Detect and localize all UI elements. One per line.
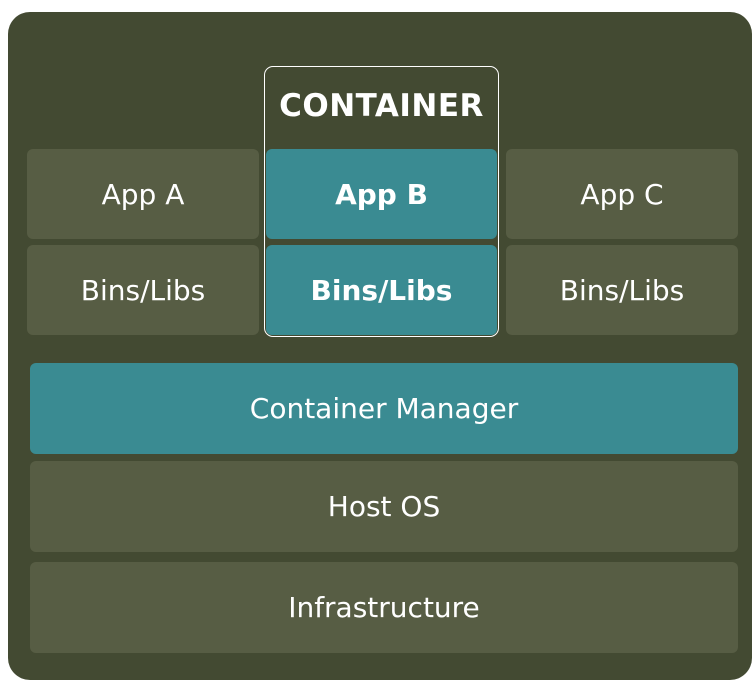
container-label: CONTAINER [279,88,484,124]
bins-libs-a-block: Bins/Libs [27,245,259,335]
app-a-block: App A [27,149,259,239]
bins-libs-c-block: Bins/Libs [506,245,738,335]
container-manager-layer: Container Manager [30,363,738,454]
infrastructure-layer: Infrastructure [30,562,738,653]
bins-libs-b-block: Bins/Libs [266,245,497,335]
app-b-block: App B [266,149,497,239]
host-os-layer: Host OS [30,461,738,552]
app-c-block: App C [506,149,738,239]
